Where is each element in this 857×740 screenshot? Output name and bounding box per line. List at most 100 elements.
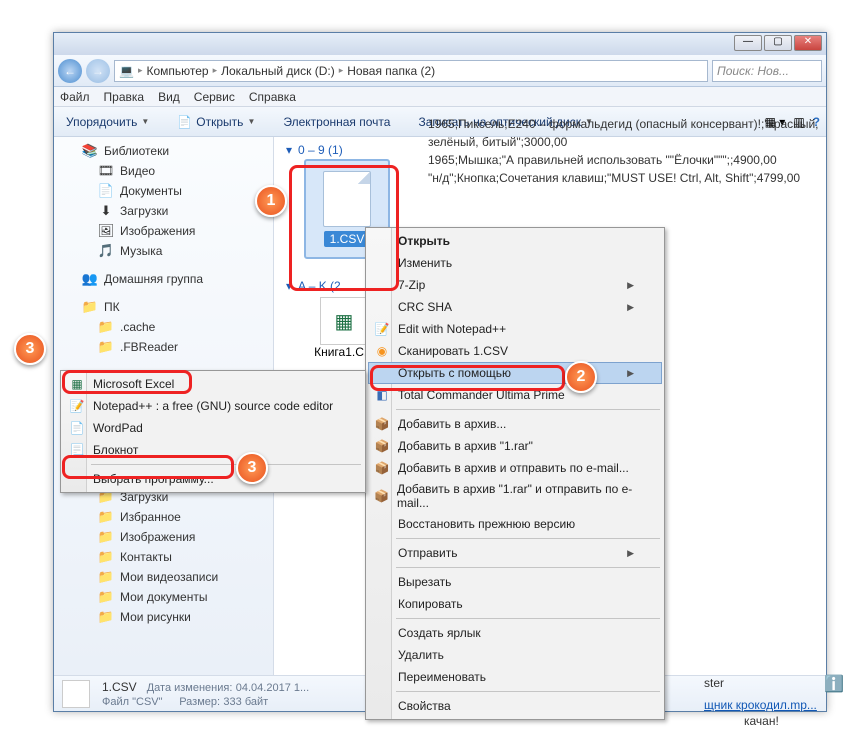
ctx-rename[interactable]: Переименовать [368, 666, 662, 688]
menu-tools[interactable]: Сервис [194, 90, 235, 104]
chevron-right-icon: ▸ [138, 65, 143, 76]
ctx-send[interactable]: Отправить▶ [368, 542, 662, 564]
music-icon: 🎵 [98, 243, 114, 259]
folder-icon: 📁 [98, 529, 114, 545]
ctx-cut[interactable]: Вырезать [368, 571, 662, 593]
tree-libraries[interactable]: Библиотеки [104, 144, 169, 158]
context-menu: Открыть Изменить 7-Zip▶ CRC SHA▶ 📝Edit w… [365, 227, 665, 720]
search-input[interactable]: Поиск: Нов... [712, 60, 822, 82]
breadcrumb-segment[interactable]: Новая папка (2) [347, 64, 435, 78]
breadcrumb-segment[interactable]: Локальный диск (D:) [221, 64, 335, 78]
tc-icon: ◧ [374, 387, 390, 403]
breadcrumb-segment[interactable]: Компьютер [146, 64, 208, 78]
callout-3a: 3 [14, 333, 46, 365]
homegroup-icon: 👥 [82, 271, 98, 287]
folder-icon: 📁 [98, 509, 114, 525]
close-button[interactable]: ✕ [794, 35, 822, 51]
computer-icon: 💻 [119, 64, 134, 78]
back-button[interactable]: ← [58, 59, 82, 83]
csv-file-icon [323, 171, 371, 227]
folder-icon: 📁 [98, 589, 114, 605]
tree-fbreader[interactable]: .FBReader [120, 340, 178, 354]
openwith-excel[interactable]: ▦Microsoft Excel [63, 373, 363, 395]
chevron-right-icon: ▶ [627, 368, 634, 379]
ctx-7zip[interactable]: 7-Zip▶ [368, 274, 662, 296]
tree-myris[interactable]: Мои рисунки [120, 610, 191, 624]
ctx-npp[interactable]: 📝Edit with Notepad++ [368, 318, 662, 340]
background-link[interactable]: щник крокодил.mp... [704, 698, 817, 712]
ctx-add-mail[interactable]: 📦Добавить в архив и отправить по e-mail.… [368, 457, 662, 479]
chevron-right-icon: ▶ [627, 280, 634, 291]
open-button[interactable]: 📄Открыть▼ [171, 113, 261, 131]
tree-downloads[interactable]: Загрузки [120, 204, 168, 218]
menubar: Файл Правка Вид Сервис Справка [54, 87, 826, 107]
ctx-add-rar-mail[interactable]: 📦Добавить в архив "1.rar" и отправить по… [368, 479, 662, 513]
background-text: качан! [744, 714, 779, 728]
collapse-icon[interactable]: ▾ [286, 143, 292, 157]
collapse-icon[interactable]: ▾ [286, 279, 292, 293]
info-icon[interactable]: ℹ️ [824, 674, 844, 694]
menu-edit[interactable]: Правка [104, 90, 145, 104]
tree-mydocs[interactable]: Мои документы [120, 590, 207, 604]
open-with-submenu: ▦Microsoft Excel 📝Notepad++ : a free (GN… [60, 370, 366, 493]
tree-music[interactable]: Музыка [120, 244, 162, 258]
library-icon: 📚 [82, 143, 98, 159]
ctx-shortcut[interactable]: Создать ярлык [368, 622, 662, 644]
ctx-scan[interactable]: ◉Сканировать 1.CSV [368, 340, 662, 362]
openwith-wordpad[interactable]: 📄WordPad [63, 417, 363, 439]
menu-file[interactable]: Файл [60, 90, 90, 104]
winrar-icon: 📦 [374, 488, 389, 504]
tree-pics[interactable]: Изображения [120, 224, 195, 238]
status-filetype: Файл "CSV" [102, 696, 163, 708]
openwith-notepad[interactable]: 📃Блокнот [63, 439, 363, 461]
chevron-down-icon: ▼ [247, 117, 255, 126]
winrar-icon: 📦 [374, 416, 390, 432]
titlebar[interactable]: — ▢ ✕ [54, 33, 826, 55]
tree-docs[interactable]: Документы [120, 184, 182, 198]
status-filename: 1.CSV [102, 680, 137, 694]
file-icon [62, 680, 90, 708]
notepadpp-icon: 📝 [374, 321, 390, 337]
ctx-edit[interactable]: Изменить [368, 252, 662, 274]
ctx-tc[interactable]: ◧Total Commander Ultima Prime [368, 384, 662, 406]
ctx-restore[interactable]: Восстановить прежнюю версию [368, 513, 662, 535]
scan-icon: ◉ [374, 343, 390, 359]
minimize-button[interactable]: — [734, 35, 762, 51]
maximize-button[interactable]: ▢ [764, 35, 792, 51]
navbar: ← → 💻 ▸ Компьютер ▸ Локальный диск (D:) … [54, 55, 826, 87]
ctx-props[interactable]: Свойства [368, 695, 662, 717]
ctx-copy[interactable]: Копировать [368, 593, 662, 615]
email-button[interactable]: Электронная почта [277, 113, 396, 131]
menu-view[interactable]: Вид [158, 90, 180, 104]
openwith-npp[interactable]: 📝Notepad++ : a free (GNU) source code ed… [63, 395, 363, 417]
menu-help[interactable]: Справка [249, 90, 296, 104]
organize-button[interactable]: Упорядочить▼ [60, 113, 155, 131]
folder-icon: 📁 [98, 319, 114, 335]
ctx-open[interactable]: Открыть [368, 230, 662, 252]
ctx-open-with[interactable]: Открыть с помощью▶ [368, 362, 662, 384]
openwith-choose[interactable]: Выбрать программу... [63, 468, 363, 490]
ctx-crc[interactable]: CRC SHA▶ [368, 296, 662, 318]
winrar-icon: 📦 [374, 460, 390, 476]
chevron-down-icon: ▼ [141, 117, 149, 126]
ctx-add-rar[interactable]: 📦Добавить в архив "1.rar" [368, 435, 662, 457]
tree-video[interactable]: Видео [120, 164, 155, 178]
chevron-right-icon: ▸ [339, 65, 344, 76]
wordpad-icon: 📄 [69, 420, 85, 436]
forward-button: → [86, 59, 110, 83]
address-bar[interactable]: 💻 ▸ Компьютер ▸ Локальный диск (D:) ▸ Но… [114, 60, 708, 82]
chevron-right-icon: ▶ [627, 548, 634, 559]
folder-icon: 📁 [98, 549, 114, 565]
picture-icon: 🖼 [98, 223, 114, 239]
ctx-add-archive[interactable]: 📦Добавить в архив... [368, 413, 662, 435]
tree-homegroup[interactable]: Домашняя группа [104, 272, 203, 286]
tree-contacts[interactable]: Контакты [120, 550, 172, 564]
ctx-delete[interactable]: Удалить [368, 644, 662, 666]
file-label: 1.CSV [324, 231, 371, 247]
tree-cache[interactable]: .cache [120, 320, 155, 334]
tree-myvid[interactable]: Мои видеозаписи [120, 570, 218, 584]
tree-pics2[interactable]: Изображения [120, 530, 195, 544]
callout-1: 1 [255, 185, 287, 217]
tree-fav[interactable]: Избранное [120, 510, 181, 524]
tree-pc[interactable]: ПК [104, 300, 120, 314]
